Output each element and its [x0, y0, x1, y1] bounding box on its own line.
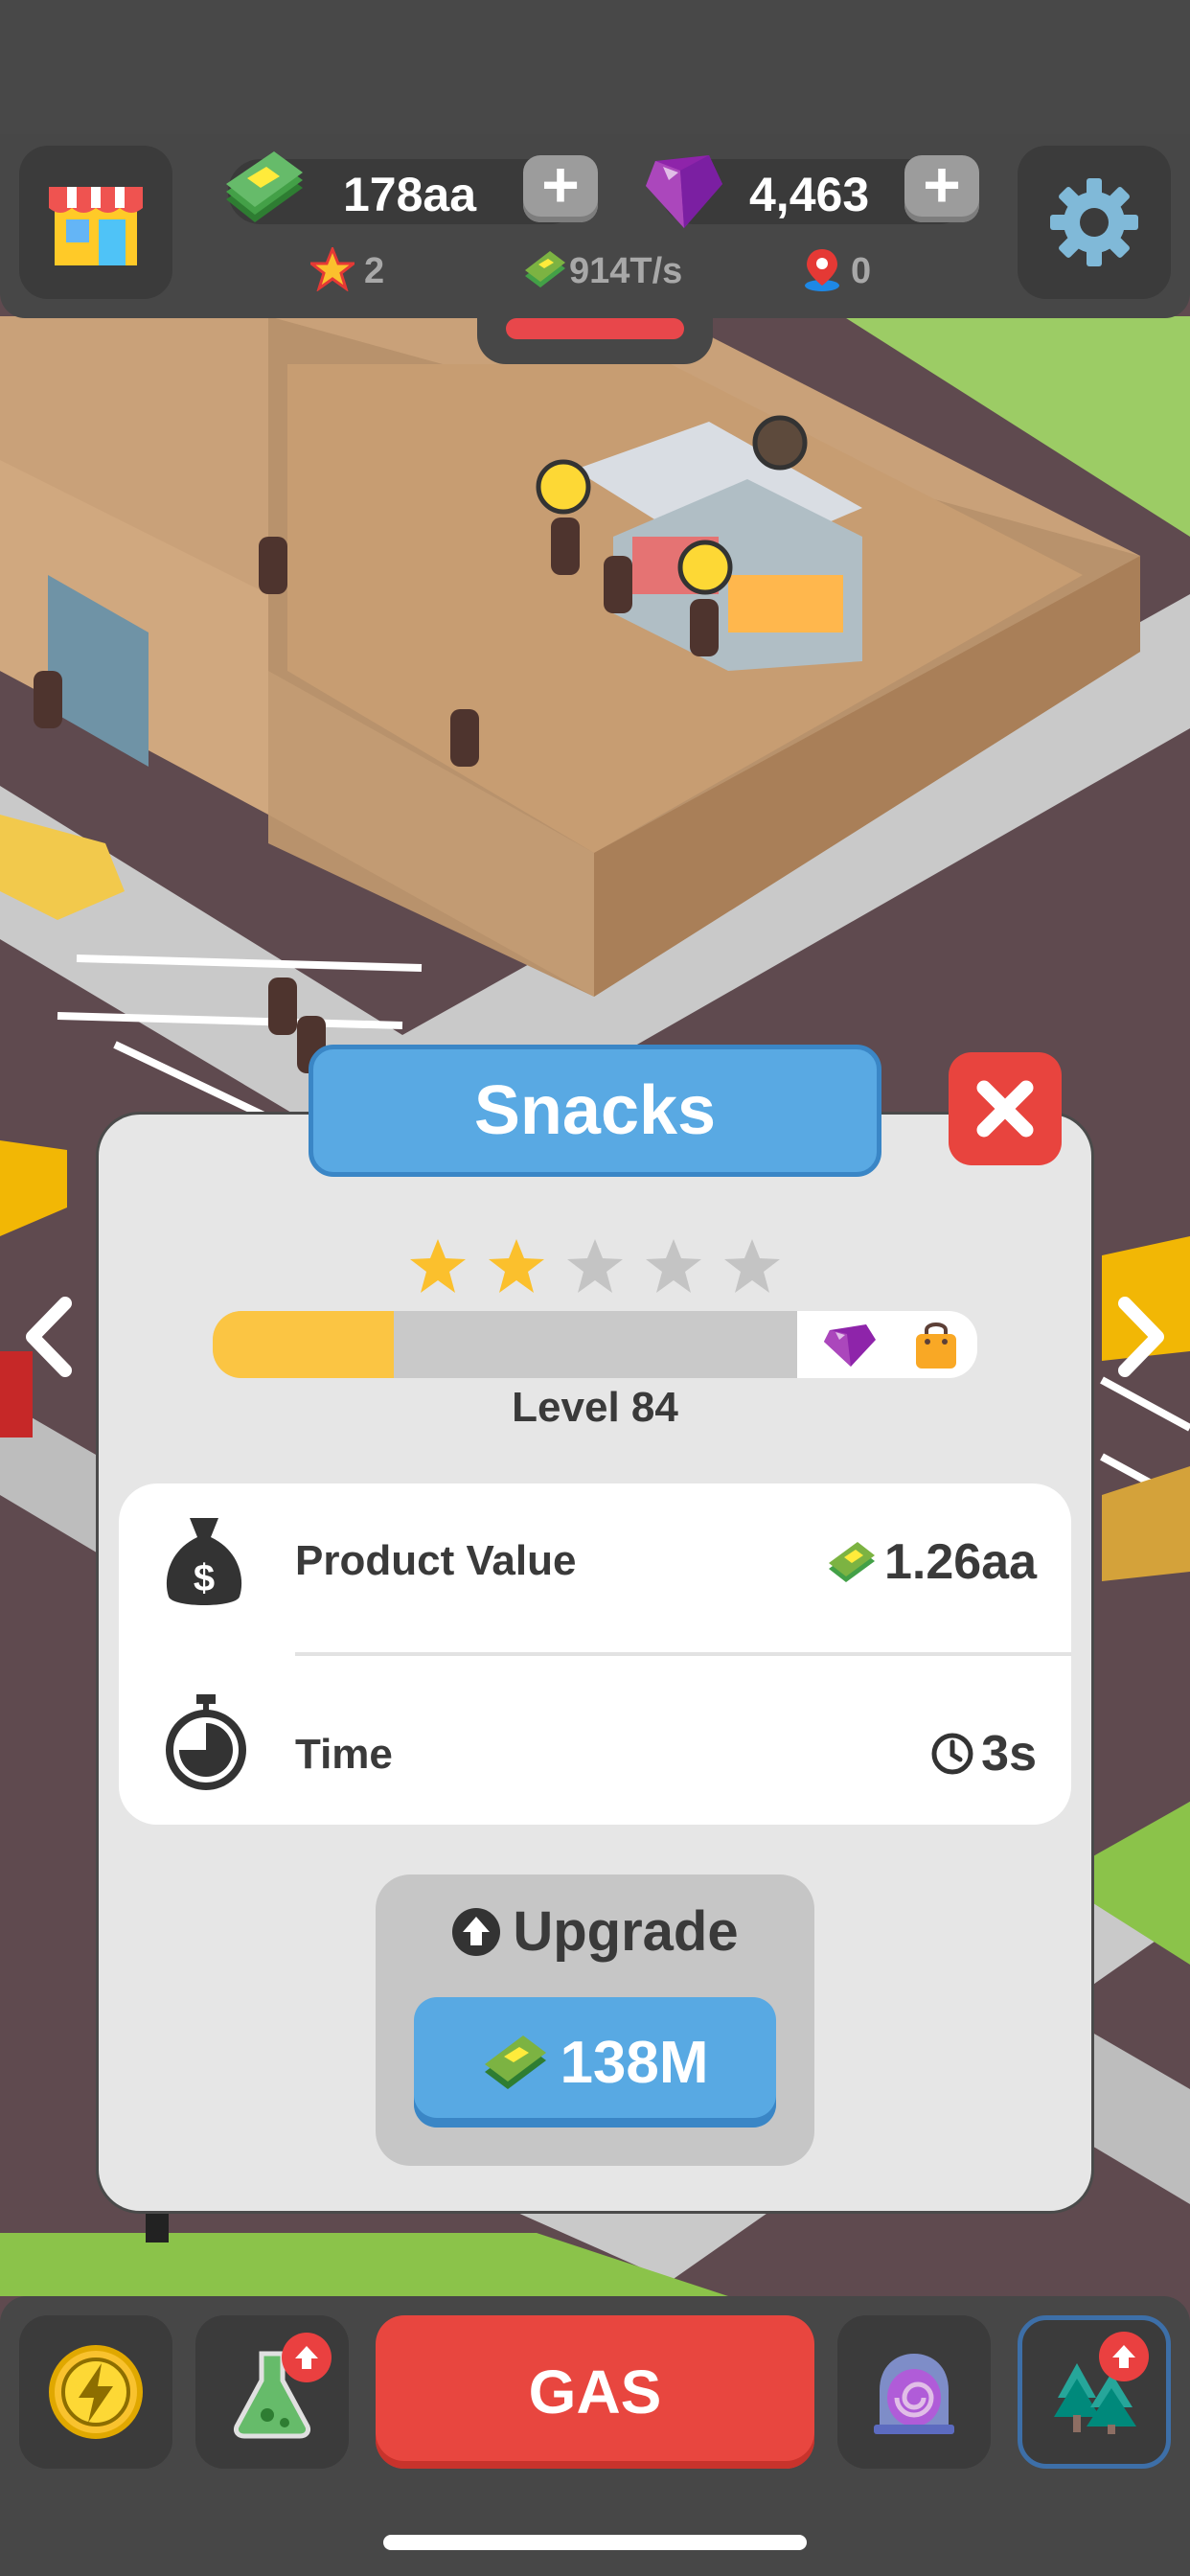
- time-amount: 3s: [929, 1725, 1037, 1782]
- income-rate: 914T/s: [569, 251, 683, 291]
- gem-reward-icon: [824, 1324, 876, 1367]
- upgrade-panel: Upgrade 138M: [376, 1874, 814, 2166]
- star-badge-icon: [310, 247, 355, 291]
- svg-text:$: $: [194, 1557, 215, 1599]
- add-gems-button[interactable]: +: [904, 149, 979, 222]
- add-cash-button[interactable]: +: [523, 149, 598, 222]
- hud-handle[interactable]: [477, 305, 713, 364]
- previous-arrow-icon[interactable]: [19, 1294, 77, 1380]
- arrow-up-icon: [295, 2346, 318, 2369]
- star-empty-icon: [567, 1239, 623, 1293]
- stopwatch-icon: [166, 1694, 246, 1790]
- dialog-title-tab: Snacks: [309, 1045, 881, 1177]
- money-bag-icon: $: [166, 1518, 242, 1605]
- plus-icon: +: [923, 149, 961, 221]
- cash-icon: [828, 1542, 875, 1582]
- level-rewards: [805, 1317, 977, 1372]
- star-filled-icon: [489, 1239, 544, 1293]
- boost-button[interactable]: [19, 2315, 172, 2469]
- star-empty-icon: [646, 1239, 701, 1293]
- cash-value: 178aa: [343, 168, 477, 221]
- lightning-icon: [49, 2345, 143, 2439]
- next-arrow-icon[interactable]: [1113, 1294, 1171, 1380]
- status-strip: [0, 0, 1190, 144]
- arrow-up-icon: [1112, 2345, 1135, 2368]
- shop-icon: [49, 187, 143, 265]
- level-progress-bar: [213, 1311, 977, 1378]
- product-value-row: $ Product Value 1.26aa: [119, 1484, 1071, 1656]
- close-icon: [976, 1080, 1034, 1138]
- product-value-text: 1.26aa: [883, 1534, 1037, 1590]
- upgrade-button[interactable]: 138M: [414, 1997, 776, 2128]
- arrow-up-circle-icon: [452, 1907, 501, 1956]
- upgrade-cost: 138M: [560, 2029, 709, 2096]
- star-filled-icon: [410, 1239, 466, 1293]
- level-label: Level 84: [512, 1384, 678, 1431]
- stats-card: $ Product Value 1.26aa Time 3s: [119, 1484, 1071, 1825]
- park-upgrade-badge: [1099, 2332, 1149, 2381]
- time-label: Time: [295, 1731, 393, 1778]
- star-empty-icon: [724, 1239, 780, 1293]
- gem-icon: [646, 155, 722, 228]
- gas-label: GAS: [528, 2358, 662, 2426]
- clock-icon: [931, 1733, 973, 1775]
- gems-value: 4,463: [749, 168, 870, 221]
- time-row: Time 3s: [119, 1654, 1071, 1825]
- portal-icon: [874, 2354, 954, 2434]
- upgrade-title: Upgrade: [376, 1899, 814, 1964]
- close-button[interactable]: [949, 1052, 1062, 1165]
- shopping-bag-icon: [916, 1322, 956, 1368]
- gas-button[interactable]: GAS: [376, 2315, 814, 2469]
- cash-stack-icon: [226, 151, 303, 222]
- income-cash-icon: [525, 251, 565, 288]
- research-button[interactable]: [195, 2315, 349, 2469]
- home-indicator[interactable]: [383, 2535, 807, 2550]
- portal-button[interactable]: [837, 2315, 991, 2469]
- plus-icon: +: [541, 149, 580, 221]
- settings-button[interactable]: [1018, 146, 1171, 299]
- research-upgrade-badge: [282, 2333, 332, 2382]
- cash-icon: [485, 2036, 547, 2089]
- gear-icon: [1050, 178, 1138, 266]
- stars-count: 2: [364, 251, 385, 291]
- progress-fill: [213, 1311, 394, 1378]
- dialog-title: Snacks: [473, 1072, 717, 1149]
- upgrade-label: Upgrade: [513, 1900, 739, 1963]
- star-rating: [407, 1236, 783, 1298]
- park-button[interactable]: [1018, 2315, 1171, 2469]
- shop-button[interactable]: [19, 146, 172, 299]
- product-value-amount: 1.26aa: [825, 1533, 1037, 1591]
- product-value-label: Product Value: [295, 1537, 577, 1584]
- time-text: 3s: [981, 1726, 1037, 1782]
- hud-handle-bar: [506, 318, 684, 339]
- locations-count: 0: [851, 251, 872, 291]
- location-pin-icon: [805, 249, 839, 291]
